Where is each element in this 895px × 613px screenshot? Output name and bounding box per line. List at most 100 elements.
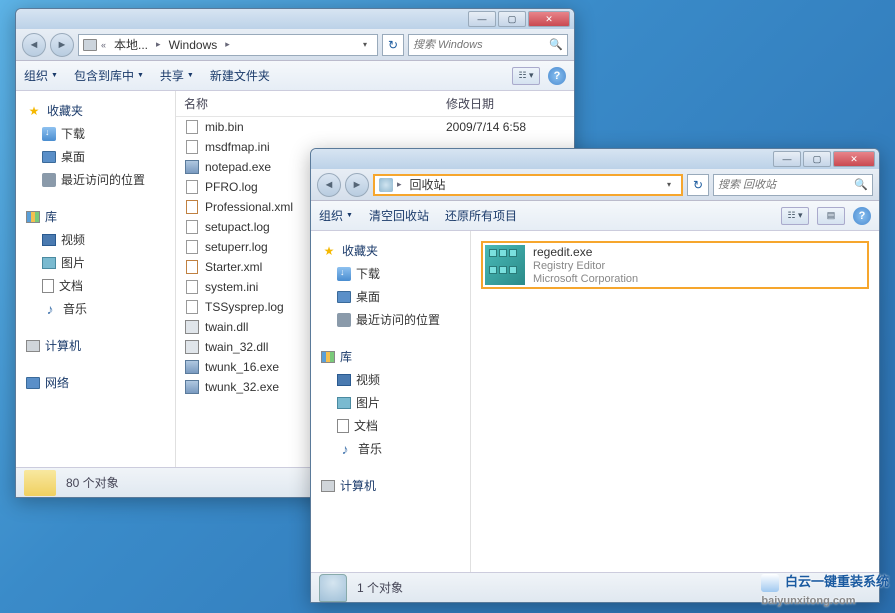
organize-menu[interactable]: 组织▼ (319, 207, 353, 224)
column-name[interactable]: 名称 (184, 95, 446, 112)
recent-icon (337, 313, 351, 327)
watermark: 白云一键重装系统 baiyunxitong.com (761, 571, 889, 607)
refresh-button[interactable]: ↻ (687, 174, 709, 196)
empty-recycle-bin-button[interactable]: 清空回收站 (369, 207, 429, 224)
status-text: 1 个对象 (357, 579, 403, 596)
picture-icon (42, 257, 56, 269)
titlebar: — ▢ ✕ (311, 149, 879, 169)
file-type-icon (184, 219, 200, 235)
sidebar-videos[interactable]: 视频 (311, 368, 470, 391)
command-bar: 组织▼ 清空回收站 还原所有项目 ☷ ▾ ▤ ? (311, 201, 879, 231)
sidebar-pictures[interactable]: 图片 (311, 391, 470, 414)
search-box[interactable]: 🔍 (713, 174, 873, 196)
sidebar-libraries[interactable]: 库 (311, 345, 470, 368)
address-bar[interactable]: ▸ 回收站 ▾ (373, 174, 683, 196)
search-icon: 🔍 (854, 178, 868, 191)
file-type-icon (184, 279, 200, 295)
search-input[interactable] (718, 179, 854, 191)
chevron-icon: ▸ (397, 179, 402, 190)
help-button[interactable]: ? (548, 67, 566, 85)
maximize-button[interactable]: ▢ (498, 11, 526, 27)
sidebar-videos[interactable]: 视频 (16, 228, 175, 251)
breadcrumb-separator: « (101, 40, 106, 50)
sidebar-desktop[interactable]: 桌面 (311, 285, 470, 308)
search-box[interactable]: 🔍 (408, 34, 568, 56)
window-controls: — ▢ ✕ (773, 151, 875, 167)
breadcrumb-location[interactable]: 回收站 (406, 175, 450, 194)
share-menu[interactable]: 共享▼ (160, 67, 194, 84)
file-type-icon (184, 259, 200, 275)
sidebar-music[interactable]: ♪音乐 (16, 297, 175, 320)
video-icon (42, 234, 56, 246)
back-button[interactable]: ◄ (22, 33, 46, 57)
minimize-button[interactable]: — (468, 11, 496, 27)
regedit-icon (485, 245, 525, 285)
breadcrumb-folder[interactable]: Windows (165, 37, 222, 53)
sidebar-recent[interactable]: 最近访问的位置 (311, 308, 470, 331)
file-item-regedit[interactable]: regedit.exe Registry Editor Microsoft Co… (481, 241, 869, 289)
navigation-bar: ◄ ► ▸ 回收站 ▾ ↻ 🔍 (311, 169, 879, 201)
sidebar-documents[interactable]: 文档 (311, 414, 470, 437)
file-meta: regedit.exe Registry Editor Microsoft Co… (533, 245, 638, 285)
file-type-icon (184, 199, 200, 215)
sidebar-documents[interactable]: 文档 (16, 274, 175, 297)
sidebar-computer[interactable]: 计算机 (16, 334, 175, 357)
search-icon: 🔍 (549, 38, 563, 51)
command-bar: 组织▼ 包含到库中▼ 共享▼ 新建文件夹 ☷ ▾ ? (16, 61, 574, 91)
view-options-button[interactable]: ☷ ▾ (781, 207, 809, 225)
view-options-button[interactable]: ☷ ▾ (512, 67, 540, 85)
search-input[interactable] (413, 39, 549, 51)
file-row[interactable]: mib.bin2009/7/14 6:58 (176, 117, 574, 137)
refresh-button[interactable]: ↻ (382, 34, 404, 56)
chevron-icon: ▸ (225, 39, 230, 50)
sidebar-recent[interactable]: 最近访问的位置 (16, 168, 175, 191)
disk-icon (83, 39, 97, 51)
document-icon (337, 419, 349, 433)
minimize-button[interactable]: — (773, 151, 801, 167)
column-headers: 名称 修改日期 (176, 91, 574, 117)
close-button[interactable]: ✕ (833, 151, 875, 167)
file-type-icon (184, 179, 200, 195)
sidebar-pictures[interactable]: 图片 (16, 251, 175, 274)
navigation-pane: ★收藏夹 下载 桌面 最近访问的位置 库 视频 图片 文档 ♪音乐 计算机 (311, 231, 471, 572)
file-area: regedit.exe Registry Editor Microsoft Co… (471, 231, 879, 572)
file-type-icon (184, 119, 200, 135)
include-library-menu[interactable]: 包含到库中▼ (74, 67, 144, 84)
new-folder-button[interactable]: 新建文件夹 (210, 67, 270, 84)
preview-pane-button[interactable]: ▤ (817, 207, 845, 225)
forward-button[interactable]: ► (345, 173, 369, 197)
file-type-icon (184, 379, 200, 395)
recycle-bin-icon (379, 178, 393, 192)
recycle-bin-icon (319, 574, 347, 602)
sidebar-desktop[interactable]: 桌面 (16, 145, 175, 168)
sidebar-favorites[interactable]: ★收藏夹 (16, 99, 175, 122)
music-icon: ♪ (42, 301, 58, 317)
folder-icon (24, 470, 56, 496)
sidebar-downloads[interactable]: 下载 (16, 122, 175, 145)
address-dropdown[interactable]: ▾ (661, 180, 677, 189)
sidebar-music[interactable]: ♪音乐 (311, 437, 470, 460)
music-icon: ♪ (337, 441, 353, 457)
sidebar-computer[interactable]: 计算机 (311, 474, 470, 497)
computer-icon (26, 340, 40, 352)
window-controls: — ▢ ✕ (468, 11, 570, 27)
sidebar-downloads[interactable]: 下载 (311, 262, 470, 285)
chevron-icon: ▸ (156, 39, 161, 50)
address-bar[interactable]: « 本地... ▸ Windows ▸ ▾ (78, 34, 378, 56)
address-dropdown[interactable]: ▾ (357, 40, 373, 49)
sidebar-favorites[interactable]: ★收藏夹 (311, 239, 470, 262)
help-button[interactable]: ? (853, 207, 871, 225)
file-type-icon (184, 299, 200, 315)
column-date[interactable]: 修改日期 (446, 95, 566, 112)
breadcrumb-disk[interactable]: 本地... (110, 35, 152, 54)
forward-button[interactable]: ► (50, 33, 74, 57)
back-button[interactable]: ◄ (317, 173, 341, 197)
sidebar-network[interactable]: 网络 (16, 371, 175, 394)
maximize-button[interactable]: ▢ (803, 151, 831, 167)
organize-menu[interactable]: 组织▼ (24, 67, 58, 84)
star-icon: ★ (321, 243, 337, 259)
file-type-icon (184, 359, 200, 375)
restore-all-button[interactable]: 还原所有项目 (445, 207, 517, 224)
sidebar-libraries[interactable]: 库 (16, 205, 175, 228)
close-button[interactable]: ✕ (528, 11, 570, 27)
